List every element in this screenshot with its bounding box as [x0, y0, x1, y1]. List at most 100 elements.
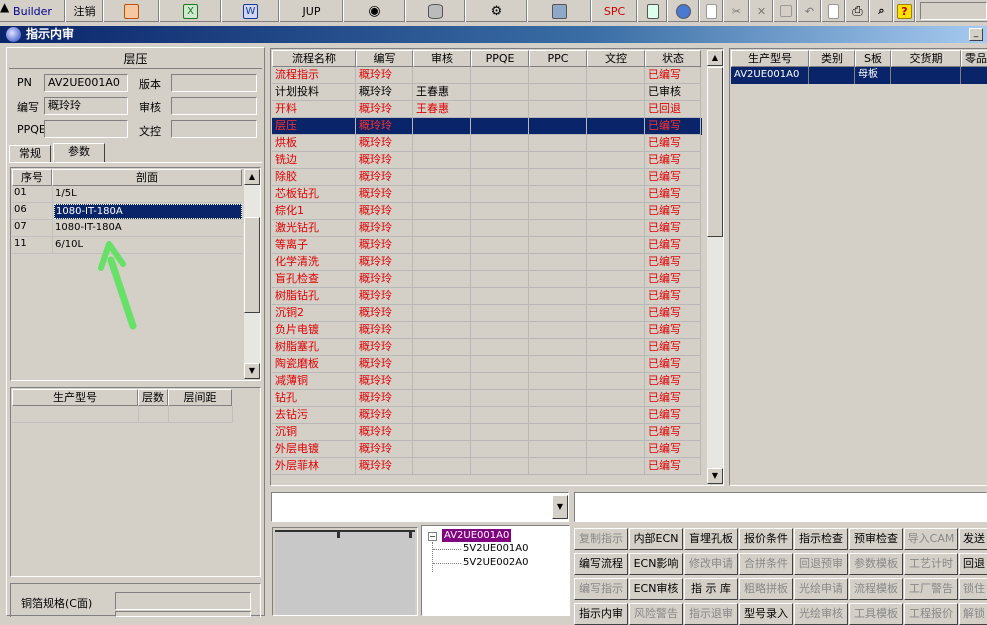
action-button[interactable]: 光绘申请 — [794, 578, 848, 600]
flow-row[interactable]: 铣边 穊玲玲 已编写 — [272, 152, 702, 169]
flow-row[interactable]: 等离子 穊玲玲 已编写 — [272, 237, 702, 254]
flow-scroll-down-icon[interactable]: ▼ — [707, 468, 723, 484]
cut-icon[interactable]: ✂ — [724, 0, 750, 22]
flow-row[interactable]: 外层电镀 穊玲玲 已编写 — [272, 441, 702, 458]
copper-field-2[interactable] — [115, 611, 251, 617]
action-button[interactable]: ECN审核 — [629, 578, 683, 600]
action-button[interactable]: 指示检查 — [794, 528, 848, 550]
tree-child-2[interactable]: 5V2UE002A0 — [463, 557, 529, 568]
computer-icon[interactable] — [528, 0, 592, 22]
order-header-4[interactable]: 零品 — [961, 50, 987, 67]
stack-row[interactable]: 01 1/5L — [12, 186, 242, 203]
flow-row[interactable]: 陶瓷磨板 穊玲玲 已编写 — [272, 356, 702, 373]
builder-button[interactable]: Builder — [0, 0, 66, 22]
author-field[interactable]: 穊玲玲 — [44, 97, 128, 115]
flow-row[interactable]: 外层菲林 穊玲玲 已编写 — [272, 458, 702, 475]
action-button[interactable]: 工程报价 — [904, 603, 958, 625]
flow-row[interactable]: 层压 穊玲玲 已编写 — [272, 118, 702, 135]
action-button[interactable]: 合拼条件 — [739, 553, 793, 575]
report-icon[interactable] — [638, 0, 668, 22]
action-button[interactable]: 发送 — [959, 528, 987, 550]
action-button[interactable]: 型号录入 — [739, 603, 793, 625]
action-button[interactable]: 盲埋孔板 — [684, 528, 738, 550]
flow-scrollbar[interactable]: ▲ ▼ — [707, 50, 723, 484]
flow-header-4[interactable]: PPC — [529, 50, 587, 67]
flow-header-1[interactable]: 编写 — [356, 50, 413, 67]
flow-row[interactable]: 去钻污 穊玲玲 已编写 — [272, 407, 702, 424]
help-icon[interactable]: ? — [894, 0, 916, 22]
action-button[interactable]: 工厂警告 — [904, 578, 958, 600]
flow-header-5[interactable]: 文控 — [587, 50, 645, 67]
flow-row[interactable]: 棕化1 穊玲玲 已编写 — [272, 203, 702, 220]
tools-icon[interactable]: ⚙ — [466, 0, 528, 22]
action-button[interactable]: 风险警告 — [629, 603, 683, 625]
action-button[interactable]: 回退预审 — [794, 553, 848, 575]
logout-button[interactable]: 注销 — [66, 0, 104, 22]
preview-icon[interactable] — [822, 0, 846, 22]
version-field[interactable] — [171, 74, 257, 92]
tree-root[interactable]: AV2UE001A0 — [442, 529, 512, 542]
order-header-3[interactable]: 交货期 — [891, 50, 961, 67]
flow-row[interactable]: 除胶 穊玲玲 已编写 — [272, 169, 702, 186]
stack-row[interactable]: 07 1080-IT-180A — [12, 220, 242, 237]
action-button[interactable]: 回退 — [959, 553, 987, 575]
flow-row[interactable]: 钻孔 穊玲玲 已编写 — [272, 390, 702, 407]
print-icon[interactable]: ⎙ — [846, 0, 870, 22]
tab-params[interactable]: 参数 — [53, 143, 105, 163]
save-icon[interactable] — [774, 0, 798, 22]
flow-row[interactable]: 沉铜 穊玲玲 已编写 — [272, 424, 702, 441]
ppqe-field[interactable] — [44, 120, 128, 138]
action-button[interactable]: 报价条件 — [739, 528, 793, 550]
flow-header-3[interactable]: PPQE — [471, 50, 529, 67]
jup-button[interactable]: JUP — [280, 0, 344, 22]
action-button[interactable]: 指示内审 — [574, 603, 628, 625]
flow-header-6[interactable]: 状态 — [645, 50, 701, 67]
review-field[interactable] — [171, 97, 257, 115]
pn-field[interactable]: AV2UE001A0 — [44, 74, 128, 92]
action-button[interactable]: 工艺计时 — [904, 553, 958, 575]
minimize-button[interactable]: _ — [969, 28, 983, 41]
flow-row[interactable]: 树脂塞孔 穊玲玲 已编写 — [272, 339, 702, 356]
flow-scroll-thumb[interactable] — [707, 67, 723, 237]
bottom-text-field[interactable] — [574, 492, 987, 522]
action-button[interactable]: 流程模板 — [849, 578, 903, 600]
flow-row[interactable]: 烘板 穊玲玲 已编写 — [272, 135, 702, 152]
action-button[interactable]: 指 示 库 — [684, 578, 738, 600]
excel-icon[interactable]: X — [160, 0, 222, 22]
flow-header-2[interactable]: 审核 — [413, 50, 471, 67]
spc-button[interactable]: SPC — [592, 0, 638, 22]
word-icon[interactable]: W — [222, 0, 280, 22]
order-header-2[interactable]: S板 — [855, 50, 891, 67]
new-file-icon[interactable] — [700, 0, 724, 22]
flow-header-0[interactable]: 流程名称 — [272, 50, 356, 67]
powerpoint-icon[interactable] — [104, 0, 160, 22]
order-row[interactable]: AV2UE001A0 母板 — [731, 67, 987, 84]
action-button[interactable]: 解锁 — [959, 603, 987, 625]
action-button[interactable]: 工具模板 — [849, 603, 903, 625]
action-button[interactable]: 导入CAM — [904, 528, 958, 550]
undo-icon[interactable]: ↶ — [798, 0, 822, 22]
stack-scrollbar[interactable]: ▲ ▼ — [244, 169, 260, 379]
flow-row[interactable]: 开料 穊玲玲 王春惠 已回退 — [272, 101, 702, 118]
action-button[interactable]: 编写指示 — [574, 578, 628, 600]
flow-row[interactable]: 化学清洗 穊玲玲 已编写 — [272, 254, 702, 271]
scroll-up-icon[interactable]: ▲ — [244, 169, 260, 185]
action-button[interactable]: 预审检查 — [849, 528, 903, 550]
action-button[interactable]: 粗略拼板 — [739, 578, 793, 600]
eye-icon[interactable]: ◉ — [344, 0, 406, 22]
action-button[interactable]: 锁住 — [959, 578, 987, 600]
flow-row[interactable]: 计划投料 穊玲玲 王春惠 已审核 — [272, 84, 702, 101]
browser-icon[interactable] — [668, 0, 700, 22]
action-button[interactable]: 编写流程 — [574, 553, 628, 575]
tab-general[interactable]: 常规 — [9, 145, 51, 163]
action-button[interactable]: 复制指示 — [574, 528, 628, 550]
find-icon[interactable]: ⌕ — [870, 0, 894, 22]
action-button[interactable]: 内部ECN — [629, 528, 683, 550]
doc-control-field[interactable] — [171, 120, 257, 138]
flow-row[interactable]: 盲孔检查 穊玲玲 已编写 — [272, 271, 702, 288]
flow-row[interactable]: 芯板钻孔 穊玲玲 已编写 — [272, 186, 702, 203]
scroll-down-icon[interactable]: ▼ — [244, 363, 260, 379]
copper-field[interactable] — [115, 592, 251, 610]
action-button[interactable]: 参数模板 — [849, 553, 903, 575]
database-icon[interactable] — [406, 0, 466, 22]
